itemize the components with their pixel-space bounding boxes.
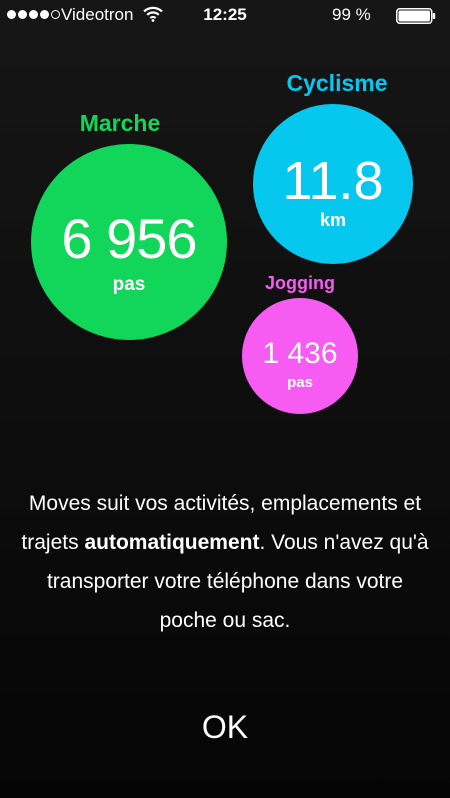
walk-steps-value: 6 956 (61, 207, 197, 270)
cycling-label: Cyclisme (286, 70, 388, 96)
cycling-unit: km (319, 210, 346, 230)
intro-message-emphasis: automatiquement (84, 531, 260, 554)
battery-icon (396, 8, 436, 24)
ok-button[interactable]: OK (175, 702, 275, 752)
battery-percentage: 99 % (332, 5, 371, 24)
walk-unit: pas (112, 274, 146, 295)
jogging-steps-value: 1 436 (262, 337, 338, 370)
cycling-bubble: 11.8 km (253, 104, 413, 264)
onboarding-screen: Videotron 12:25 99 % Marche 6 956 pas Cy… (0, 0, 450, 798)
status-bar: Videotron 12:25 99 % (0, 0, 450, 30)
jogging-bubble: 1 436 pas (242, 298, 358, 414)
intro-message: Moves suit vos activités, emplacements e… (20, 484, 430, 640)
jogging-unit: pas (287, 374, 313, 391)
walk-bubble: 6 956 pas (31, 144, 227, 340)
jogging-label: Jogging (265, 273, 335, 293)
walk-label: Marche (79, 110, 161, 136)
cycling-distance-value: 11.8 (282, 151, 384, 211)
status-time: 12:25 (203, 5, 247, 24)
